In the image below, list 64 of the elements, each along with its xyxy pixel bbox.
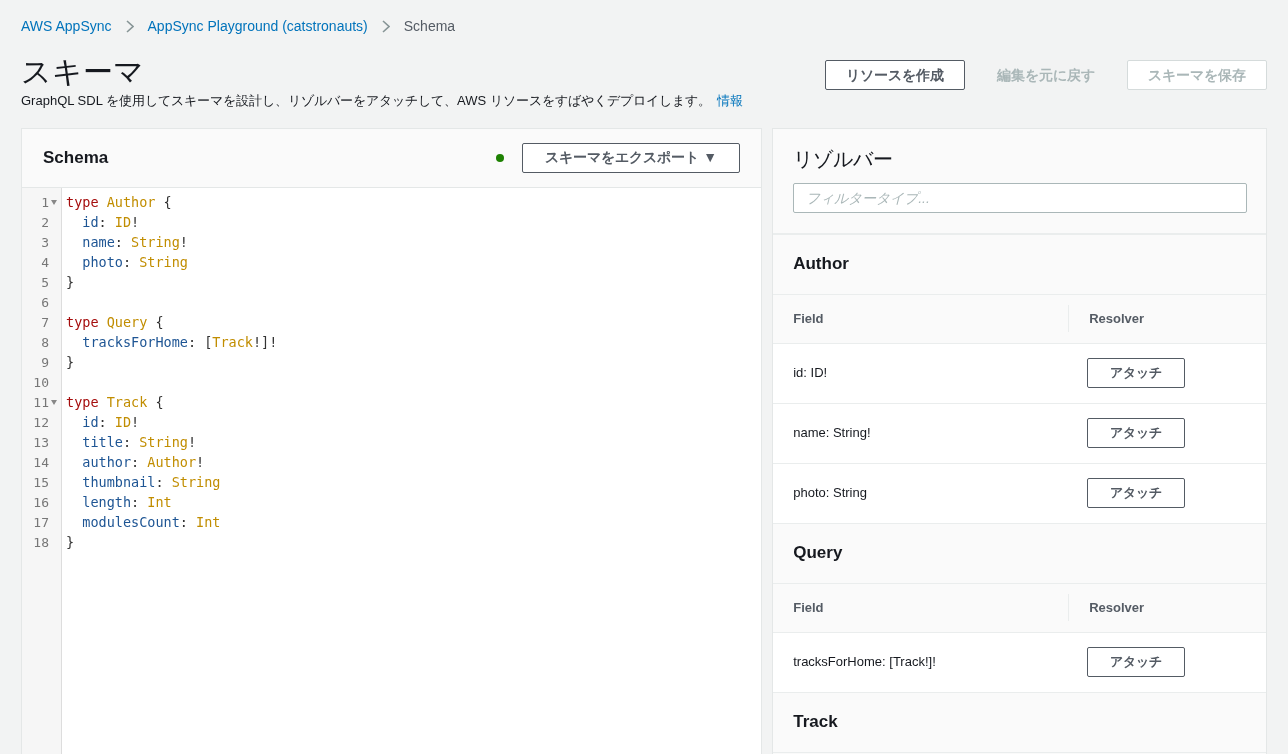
line-number: 9 (41, 353, 49, 372)
line-number: 2 (41, 213, 49, 232)
line-number: 4 (41, 253, 49, 272)
panel-title: Schema (43, 146, 109, 169)
breadcrumb-link[interactable]: AWS AppSync (21, 15, 112, 37)
export-schema-button[interactable]: スキーマをエクスポート ▼ (522, 142, 741, 173)
column-header: Resolver (1088, 309, 1145, 328)
line-number: 13 (33, 433, 49, 452)
page-title: スキーマ (21, 54, 145, 90)
attach-button[interactable]: アタッチ (1087, 647, 1186, 677)
code-line: photo: String (81, 253, 188, 273)
field-cell-text: tracksForHome: [Track!]! (792, 653, 937, 672)
breadcrumb-link[interactable]: AppSync Playground (catstronauts) (147, 15, 368, 37)
attach-button[interactable]: アタッチ (1087, 418, 1186, 448)
chevron-icon (381, 19, 390, 33)
type-heading: Query (793, 542, 843, 565)
line-number: 16 (33, 493, 49, 512)
line-number: 6 (41, 293, 49, 312)
code-line: id: ID! (81, 213, 140, 233)
code-line: } (66, 353, 75, 373)
code-line: author: Author! (81, 453, 205, 473)
column-header: Field (773, 304, 1070, 333)
code-line: type Query { (66, 313, 164, 333)
code-line: type Author { (66, 193, 172, 213)
code-line: length: Int (81, 493, 172, 513)
code-line: name: String! (81, 233, 188, 253)
code-line: thumbnail: String (81, 473, 221, 493)
filter-field[interactable]: フィルタータイプ... (793, 182, 1248, 213)
page-description: GraphQL SDL を使用してスキーマを設計し、リゾルバーをアタッチして、AWS リソースをすばやくデプロイします。 (21, 92, 711, 110)
fold-icon[interactable] (50, 200, 57, 205)
code-line: type Track { (66, 393, 164, 413)
attach-button[interactable]: アタッチ (1087, 478, 1186, 508)
action-button[interactable]: リソースを作成 (825, 60, 965, 90)
line-number: 12 (33, 413, 49, 432)
breadcrumb-current: Schema (403, 16, 456, 36)
code-line: } (66, 273, 75, 293)
chevron-icon (125, 19, 134, 33)
line-number: 7 (41, 313, 49, 332)
code-line: modulesCount: Int (81, 513, 221, 533)
attach-button[interactable]: アタッチ (1087, 358, 1186, 388)
fold-icon[interactable] (50, 400, 57, 405)
line-number: 18 (33, 533, 49, 552)
field-cell-text: name: String! (792, 424, 872, 443)
line-number: 8 (41, 333, 49, 352)
panel-title: リゾルバー (793, 146, 895, 172)
info-link[interactable]: 情報 (716, 91, 743, 111)
line-number: 15 (33, 473, 49, 492)
line-number: 17 (33, 513, 49, 532)
type-heading: Track (793, 711, 838, 734)
column-header: Field (773, 593, 1070, 622)
code-line: tracksForHome: [Track!]! (81, 333, 278, 353)
line-number: 11 (33, 393, 49, 412)
type-heading: Author (793, 253, 849, 276)
line-number: 5 (41, 273, 49, 292)
code-line: id: ID! (81, 413, 140, 433)
field-cell-text: photo: String (792, 484, 868, 503)
line-number: 1 (41, 193, 49, 212)
code-line: title: String! (81, 433, 197, 453)
line-number: 14 (33, 453, 49, 472)
code-line: } (66, 533, 75, 553)
column-header: Resolver (1088, 598, 1145, 617)
field-cell-text: id: ID! (792, 364, 829, 383)
line-number: 10 (33, 373, 49, 392)
line-number: 3 (41, 233, 49, 252)
